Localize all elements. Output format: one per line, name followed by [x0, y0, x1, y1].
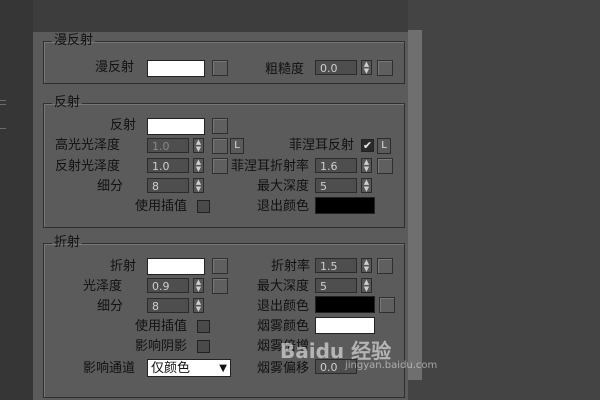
refl-gloss-input[interactable]: 1.0: [147, 158, 189, 173]
roughness-spinner[interactable]: ▲ ▼: [361, 60, 372, 75]
refr-gloss-map-button[interactable]: [212, 278, 228, 294]
refl-subdivs-input[interactable]: 8: [147, 178, 189, 193]
refraction-group-title: 折射: [54, 235, 81, 250]
hilight-gloss-input[interactable]: 1.0: [147, 138, 189, 153]
refl-interp-label: 使用插值: [135, 199, 188, 214]
refr-exit-color-swatch[interactable]: [315, 296, 375, 313]
fresnel-ior-map-button[interactable]: [377, 158, 393, 174]
fresnel-ior-label: 菲涅耳折射率: [231, 159, 310, 174]
refr-gloss-label: 光泽度: [83, 279, 123, 294]
reflect-color-swatch[interactable]: [147, 118, 205, 135]
fresnel-checkbox[interactable]: ✔: [361, 139, 374, 152]
reflection-group-title: 反射: [54, 95, 81, 110]
refr-max-depth-label: 最大深度: [257, 279, 310, 294]
refl-exit-color-label: 退出颜色: [257, 199, 310, 214]
affect-channels-value: 仅颜色: [151, 361, 191, 376]
left-strip: [0, 0, 33, 400]
affect-shadows-checkbox[interactable]: [197, 340, 210, 353]
refr-interp-label: 使用插值: [135, 319, 188, 334]
diffuse-map-button[interactable]: [212, 60, 228, 76]
refr-max-depth-input[interactable]: 5: [315, 278, 357, 293]
fresnel-ior-spinner[interactable]: ▲ ▼: [361, 158, 372, 173]
roughness-input[interactable]: 0.0: [315, 60, 357, 75]
refl-max-depth-label: 最大深度: [257, 179, 310, 194]
refl-max-depth-input[interactable]: 5: [315, 178, 357, 193]
diffuse-label: 漫反射: [95, 60, 135, 75]
hilight-gloss-label: 高光光泽度: [55, 138, 121, 153]
refl-gloss-spinner[interactable]: ▲ ▼: [193, 158, 204, 173]
refract-label: 折射: [110, 259, 137, 274]
viewport-background: [408, 0, 600, 400]
diffuse-group: 漫反射: [43, 34, 405, 84]
ior-input[interactable]: 1.5: [315, 258, 357, 273]
hilight-gloss-map-button[interactable]: [212, 138, 228, 154]
refr-subdivs-spinner[interactable]: ▲ ▼: [193, 298, 204, 313]
ior-map-button[interactable]: [377, 258, 393, 274]
diffuse-color-swatch[interactable]: [147, 60, 205, 77]
refl-gloss-label: 反射光泽度: [55, 159, 121, 174]
refr-gloss-spinner[interactable]: ▲ ▼: [193, 278, 204, 293]
refract-map-button[interactable]: [212, 258, 228, 274]
refl-max-depth-spinner[interactable]: ▲ ▼: [361, 178, 372, 193]
refl-exit-color-swatch[interactable]: [315, 197, 375, 214]
fresnel-ior-input[interactable]: 1.6: [315, 158, 357, 173]
ruler-tick: [0, 128, 6, 129]
ior-spinner[interactable]: ▲ ▼: [361, 258, 372, 273]
affect-channels-label: 影响通道: [83, 361, 136, 376]
ruler-tick: [0, 100, 6, 101]
fresnel-lock-button[interactable]: L: [377, 138, 391, 154]
reflect-label: 反射: [110, 118, 137, 133]
reflect-map-button[interactable]: [212, 118, 228, 134]
affect-channels-select[interactable]: 仅颜色 ▼: [147, 359, 231, 377]
refract-color-swatch[interactable]: [147, 258, 205, 275]
watermark-url: jingyan.baidu.com: [345, 360, 438, 371]
hilight-gloss-spinner[interactable]: ▲ ▼: [193, 138, 204, 153]
refr-exit-map-button[interactable]: [379, 297, 395, 313]
fresnel-label: 菲涅耳反射: [289, 138, 355, 153]
refr-interp-checkbox[interactable]: [197, 320, 210, 333]
panel-edge-highlight: [408, 30, 422, 380]
refr-exit-color-label: 退出颜色: [257, 299, 310, 314]
refr-max-depth-spinner[interactable]: ▲ ▼: [361, 278, 372, 293]
hilight-lock-button[interactable]: L: [230, 138, 244, 154]
affect-shadows-label: 影响阴影: [135, 339, 188, 354]
roughness-map-button[interactable]: [377, 60, 393, 76]
refl-subdivs-spinner[interactable]: ▲ ▼: [193, 178, 204, 193]
vray-material-editor: 漫反射 漫反射 粗糙度 0.0 ▲ ▼ 反射 反射 高光光泽度 1.0 ▲ ▼ L …: [0, 0, 600, 400]
fog-color-label: 烟雾颜色: [257, 319, 310, 334]
refl-interp-checkbox[interactable]: [197, 200, 210, 213]
refr-subdivs-label: 细分: [97, 299, 124, 314]
fog-color-swatch[interactable]: [315, 317, 375, 334]
ior-label: 折射率: [271, 259, 311, 274]
diffuse-group-title: 漫反射: [54, 33, 94, 48]
chevron-down-icon: ▼: [219, 363, 227, 374]
roughness-label: 粗糙度: [265, 62, 305, 77]
refr-gloss-input[interactable]: 0.9: [147, 278, 189, 293]
refl-gloss-map-button[interactable]: [212, 158, 228, 174]
refr-subdivs-input[interactable]: 8: [147, 298, 189, 313]
ruler-tick: [0, 104, 6, 105]
refl-subdivs-label: 细分: [97, 179, 124, 194]
